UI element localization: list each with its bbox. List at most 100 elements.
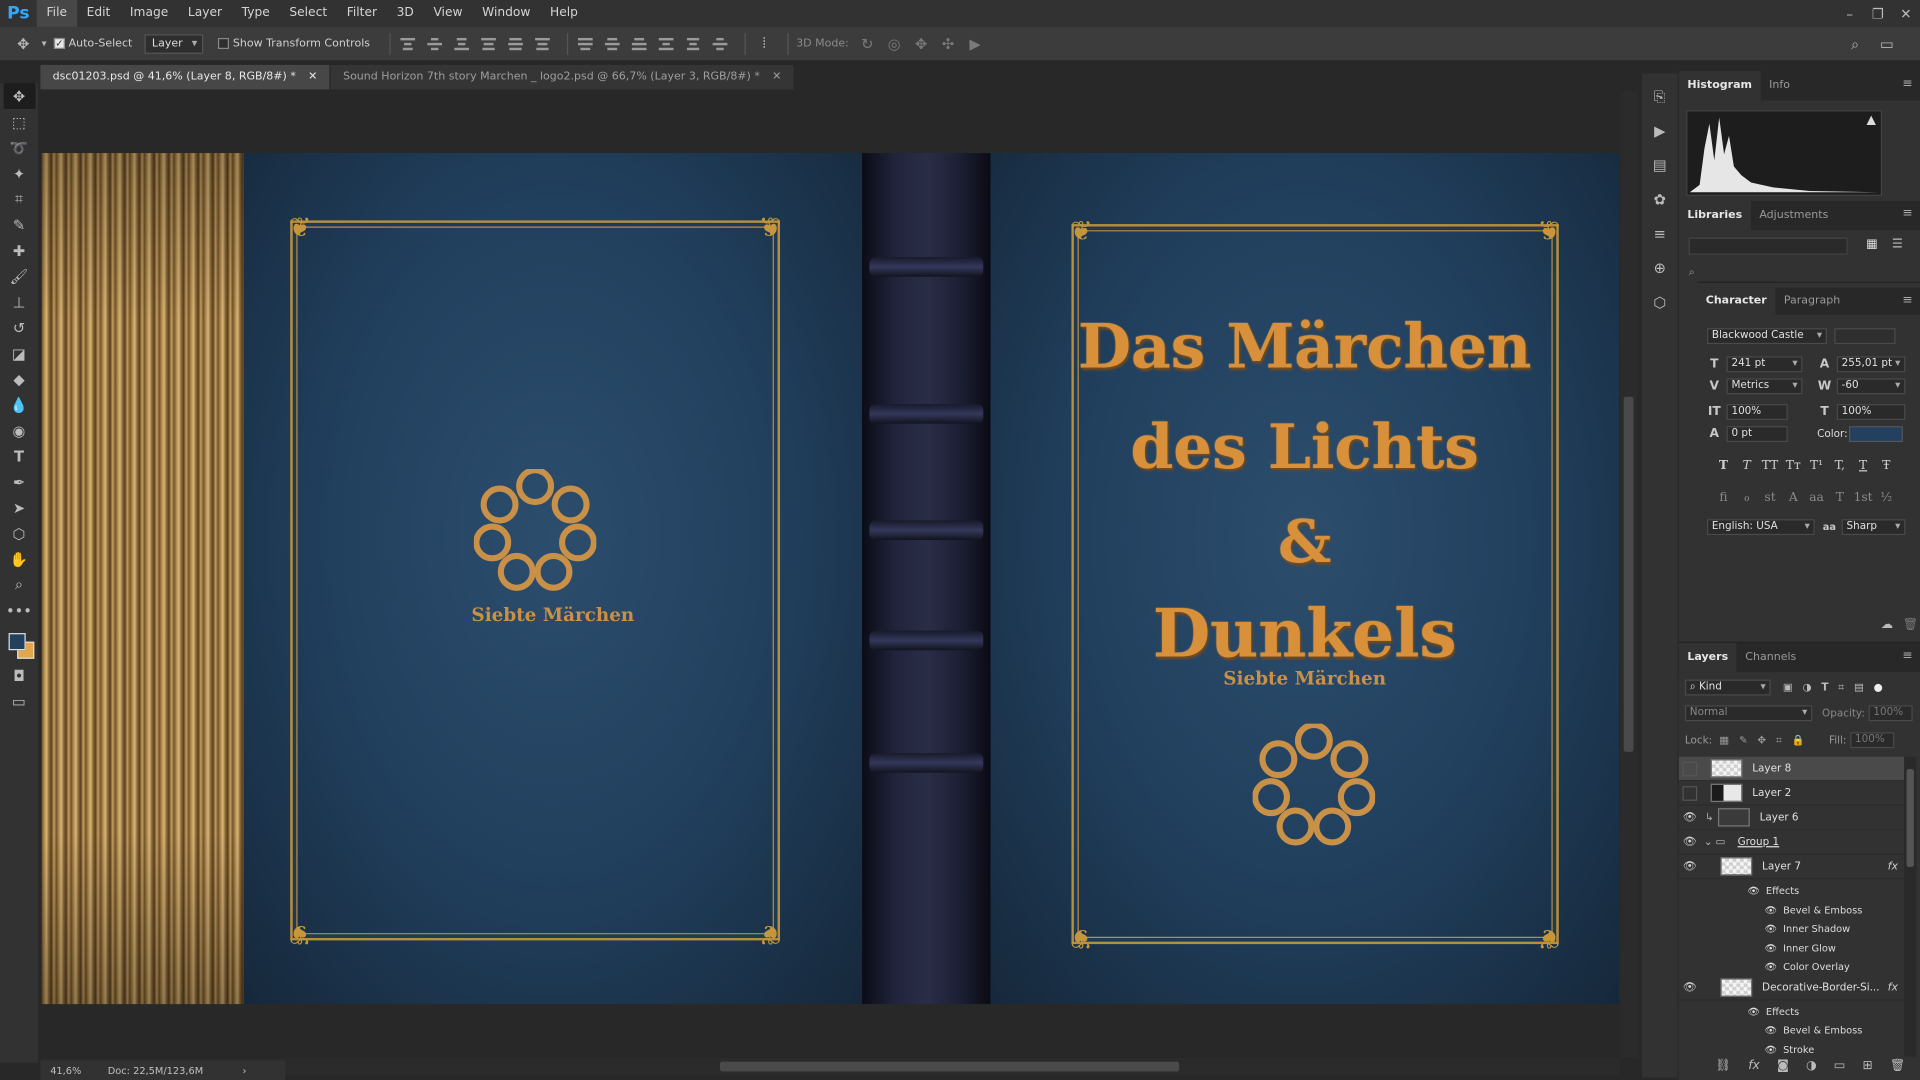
layer-fx-icon[interactable]: fx (1888, 860, 1898, 872)
tracking-field[interactable]: -60 (1836, 378, 1906, 395)
minimize-icon[interactable]: – (1836, 0, 1864, 27)
lock-transparent-icon[interactable]: ▦ (1719, 734, 1729, 746)
adjustment-layer-icon[interactable]: ◑ (1806, 1059, 1817, 1072)
layer-row-decorative-border[interactable]: 👁 Decorative-Border-Si... fx (1678, 976, 1906, 1001)
small-caps-button[interactable]: Tт (1782, 459, 1805, 472)
layer-row-layer-7[interactable]: 👁 Layer 7 fx (1678, 855, 1906, 880)
magic-wand-tool-icon[interactable]: ✦ (3, 160, 35, 186)
eraser-tool-icon[interactable]: ◪ (3, 340, 35, 366)
crop-tool-icon[interactable]: ⌗ (3, 186, 35, 212)
list-view-icon[interactable]: ☰ (1892, 238, 1903, 251)
3d-camera-icon[interactable]: ▶ (964, 32, 986, 54)
3d-panel-icon[interactable]: ⬡ (1646, 289, 1673, 316)
align-horizontal-center-icon[interactable] (506, 34, 526, 54)
eye-icon[interactable]: 👁 (1765, 923, 1777, 934)
add-style-icon[interactable]: fx (1748, 1059, 1760, 1072)
distribute-vcenter-icon[interactable] (603, 34, 623, 54)
search-icon[interactable]: ⌕ (1844, 33, 1866, 55)
align-top-icon[interactable] (398, 34, 418, 54)
auto-select-checkbox[interactable]: ✓ Auto-Select (53, 37, 132, 50)
filter-adjustment-icon[interactable]: ◑ (1803, 681, 1812, 693)
menu-3d[interactable]: 3D (387, 0, 424, 27)
scroll-thumb[interactable] (1623, 396, 1634, 752)
scroll-thumb[interactable] (1906, 768, 1914, 867)
menu-type[interactable]: Type (232, 0, 280, 27)
blend-mode-dropdown[interactable]: Normal (1684, 705, 1813, 722)
stylistic-alternates-button[interactable]: aa (1805, 491, 1828, 504)
layer-name[interactable]: Group 1 (1738, 836, 1780, 848)
history-brush-tool-icon[interactable]: ↺ (3, 315, 35, 341)
pen-tool-icon[interactable]: ✒ (3, 469, 35, 495)
shape-tool-icon[interactable]: ⬡ (3, 520, 35, 546)
clone-stamp-tool-icon[interactable]: ⊥ (3, 289, 35, 315)
distribute-top-icon[interactable] (576, 34, 596, 54)
eye-icon[interactable]: 👁 (1765, 1025, 1777, 1036)
adjustments-panel-icon[interactable]: ≡ (1646, 220, 1673, 247)
lock-pixels-icon[interactable]: ✎ (1739, 734, 1748, 746)
grid-view-icon[interactable]: ▦ (1866, 238, 1878, 251)
layer-name[interactable]: Layer 2 (1752, 787, 1791, 799)
layer-row-layer-8[interactable]: Layer 8 (1678, 756, 1906, 782)
search-icon[interactable]: ⌕ (1689, 267, 1695, 279)
actions-panel-icon[interactable]: ▶ (1646, 118, 1673, 145)
layer-name[interactable]: Layer 7 (1762, 860, 1801, 872)
eye-icon[interactable]: 👁 (1747, 1007, 1759, 1018)
close-tab-icon[interactable]: ✕ (308, 65, 317, 89)
ligatures-button[interactable]: fi (1712, 491, 1735, 504)
strikethrough-button[interactable]: Ŧ (1875, 459, 1898, 472)
swash-button[interactable]: A (1782, 491, 1805, 504)
hand-tool-icon[interactable]: ✋ (3, 546, 35, 572)
3d-pan-icon[interactable]: ✥ (910, 32, 932, 54)
brushes-panel-icon[interactable]: ✿ (1646, 186, 1673, 213)
filter-type-icon[interactable]: T (1821, 681, 1828, 693)
opacity-field[interactable]: 100% (1868, 705, 1913, 722)
faux-italic-button[interactable]: T (1735, 459, 1758, 472)
3d-rotate-icon[interactable]: ↻ (856, 32, 878, 54)
effect-inner-shadow[interactable]: 👁 Inner Shadow (1765, 920, 1851, 938)
history-panel-icon[interactable]: ⎘ (1646, 83, 1673, 110)
auto-align-icon[interactable]: ⦙ (753, 32, 775, 54)
tab-character[interactable]: Character (1697, 287, 1776, 315)
panel-menu-icon[interactable]: ≡ (1902, 207, 1912, 220)
font-style-dropdown[interactable] (1834, 328, 1896, 345)
filter-shape-icon[interactable]: ⌗ (1838, 681, 1844, 693)
panel-menu-icon[interactable]: ≡ (1902, 77, 1912, 90)
menu-window[interactable]: Window (472, 0, 540, 27)
eye-icon[interactable]: 👁 (1679, 836, 1701, 848)
fill-field[interactable]: 100% (1850, 732, 1895, 749)
menu-select[interactable]: Select (280, 0, 337, 27)
vertical-scrollbar[interactable] (1620, 90, 1638, 1058)
visibility-toggle[interactable] (1682, 785, 1698, 801)
trash-icon[interactable]: 🗑 (1903, 618, 1919, 631)
quick-mask-icon[interactable]: ◘ (3, 662, 35, 688)
font-size-field[interactable]: 241 pt (1726, 356, 1803, 373)
zoom-level[interactable]: 41,6% (40, 1065, 107, 1076)
menu-filter[interactable]: Filter (337, 0, 387, 27)
eye-icon[interactable]: 👁 (1679, 981, 1701, 993)
align-bottom-icon[interactable] (452, 34, 472, 54)
eye-icon[interactable]: 👁 (1747, 885, 1759, 896)
visibility-toggle[interactable] (1682, 761, 1698, 776)
kerning-field[interactable]: Metrics (1726, 378, 1803, 395)
eyedropper-tool-icon[interactable]: ✎ (3, 212, 35, 238)
layer-row-group-1[interactable]: 👁 ⌄ ▭ Group 1 (1678, 830, 1906, 855)
lock-position-icon[interactable]: ✥ (1757, 734, 1766, 746)
align-vertical-center-icon[interactable] (425, 34, 445, 54)
layer-name[interactable]: Layer 8 (1752, 762, 1791, 774)
menu-file[interactable]: File (36, 0, 77, 27)
distribute-bottom-icon[interactable] (630, 34, 650, 54)
foreground-color-swatch[interactable] (7, 633, 26, 651)
screen-mode-icon[interactable]: ▭ (3, 688, 35, 714)
leading-field[interactable]: 255,01 pt (1836, 356, 1906, 373)
layer-name[interactable]: Layer 6 (1760, 811, 1799, 823)
align-left-icon[interactable] (479, 34, 499, 54)
lasso-tool-icon[interactable]: ➰ (3, 135, 35, 161)
path-selection-tool-icon[interactable]: ➤ (3, 495, 35, 521)
warning-icon[interactable]: ▲ (1867, 114, 1876, 127)
chevron-down-icon[interactable]: ⌄ (1701, 836, 1716, 848)
move-tool-preset-icon[interactable]: ✥ (12, 32, 34, 54)
cloud-sync-icon[interactable]: ☁ (1881, 618, 1893, 631)
properties-panel-icon[interactable]: ▤ (1646, 152, 1673, 179)
menu-help[interactable]: Help (540, 0, 588, 27)
show-transform-checkbox[interactable]: Show Transform Controls (218, 37, 370, 50)
